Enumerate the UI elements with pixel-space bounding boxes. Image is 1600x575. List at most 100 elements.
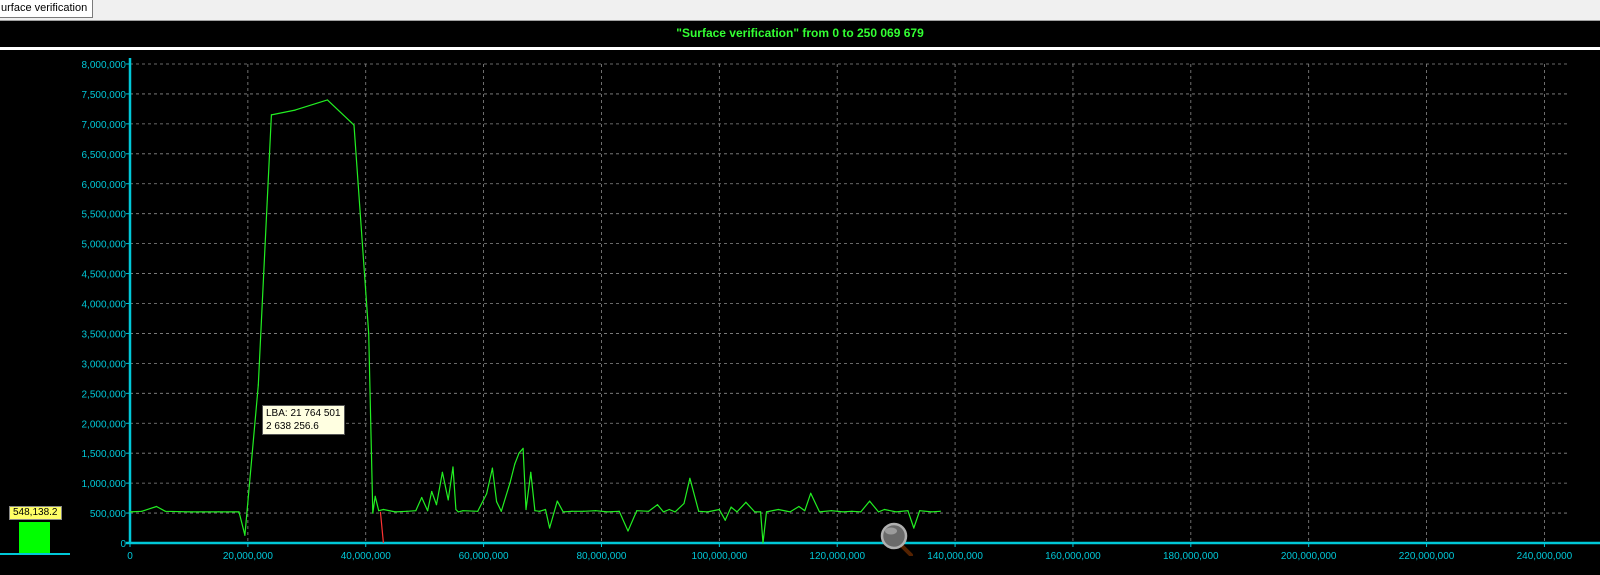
data-point — [415, 510, 417, 512]
tab-bar: urface verification — [0, 0, 1600, 21]
data-point — [372, 512, 374, 514]
data-point — [919, 510, 921, 512]
data-point — [406, 510, 408, 512]
y-tick-label: 4,500,000 — [82, 270, 127, 281]
data-point — [606, 511, 608, 513]
highlight-mark — [379, 511, 385, 544]
series-line — [129, 99, 941, 544]
data-point — [441, 471, 443, 473]
data-point — [431, 490, 433, 493]
data-point — [883, 508, 885, 511]
data-point — [270, 114, 273, 116]
data-point — [294, 109, 296, 111]
data-point — [378, 510, 380, 512]
data-point — [244, 534, 246, 536]
x-tick-label: 20,000,000 — [223, 551, 273, 562]
data-point — [798, 505, 800, 508]
y-tick-label: 8,000,000 — [82, 60, 127, 71]
data-point — [830, 510, 832, 512]
data-point — [648, 510, 650, 512]
data-point — [455, 508, 457, 511]
x-tick-label: 120,000,000 — [809, 551, 865, 562]
data-point — [765, 511, 768, 513]
y-tick-label: 7,500,000 — [82, 90, 127, 101]
y-tick-label: 1,000,000 — [82, 479, 127, 490]
data-point — [447, 499, 449, 501]
chart-title: "Surface verification" from 0 to 250 069… — [676, 26, 924, 40]
y-tick-label: 4,000,000 — [82, 300, 127, 311]
y-tick-label: 1,500,000 — [82, 449, 127, 460]
data-point — [368, 332, 370, 335]
data-point — [804, 510, 806, 512]
data-point — [522, 447, 524, 449]
data-point — [485, 493, 488, 495]
data-point — [549, 527, 551, 529]
y-tick-label: 5,000,000 — [82, 240, 127, 251]
data-point — [509, 481, 511, 484]
data-point — [706, 511, 709, 513]
tooltip-lba: LBA: 21 764 501 — [266, 408, 341, 419]
data-point — [188, 511, 190, 513]
data-point — [217, 511, 220, 513]
data-point — [462, 510, 464, 512]
y-tick-label: 5,500,000 — [82, 210, 127, 221]
y-tick-label: 6,500,000 — [82, 150, 127, 161]
data-point — [374, 495, 376, 497]
surface-chart[interactable]: 0 500,000 1,000,000 1,500,000 2,000,000 2,500… — [0, 50, 1600, 575]
data-point — [435, 504, 438, 506]
data-point — [860, 511, 862, 513]
data-point — [500, 510, 502, 512]
tab-surface-verification[interactable]: urface verification — [0, 0, 94, 18]
data-point — [818, 511, 821, 513]
data-point — [235, 511, 237, 513]
x-tick-label: 140,000,000 — [927, 551, 983, 562]
x-tick-label: 0 — [127, 551, 133, 562]
data-point — [562, 511, 564, 513]
data-point — [525, 508, 527, 511]
x-tick-label: 160,000,000 — [1045, 551, 1101, 562]
data-point — [155, 505, 158, 508]
data-point — [762, 542, 764, 544]
x-tick-label: 80,000,000 — [576, 551, 626, 562]
data-point — [495, 501, 498, 503]
data-point — [656, 504, 659, 506]
data-point — [698, 510, 700, 512]
data-point — [877, 511, 880, 513]
x-tick-label: 240,000,000 — [1517, 551, 1573, 562]
data-point — [636, 510, 638, 512]
data-point — [544, 508, 547, 511]
data-point — [777, 508, 779, 511]
data-point — [141, 510, 143, 512]
data-point — [789, 511, 791, 513]
data-point — [842, 511, 844, 513]
data-point — [718, 508, 720, 511]
data-point — [353, 124, 355, 126]
data-point — [556, 500, 558, 502]
data-point — [662, 511, 664, 513]
data-point — [869, 500, 871, 502]
x-tick-label: 100,000,000 — [692, 551, 748, 562]
data-tooltip: LBA: 21 764 501 2 638 256.6 — [262, 405, 345, 435]
data-point — [518, 452, 520, 454]
x-tick-label: 40,000,000 — [341, 551, 391, 562]
x-tick-label: 180,000,000 — [1163, 551, 1219, 562]
data-point — [129, 511, 131, 513]
y-tick-label: 500,000 — [90, 509, 127, 520]
tooltip-value: 2 638 256.6 — [266, 421, 319, 432]
data-point — [421, 496, 423, 499]
data-point — [810, 492, 812, 494]
data-point — [238, 511, 240, 513]
y-tick-label: 2,500,000 — [82, 389, 127, 400]
y-tick-label: 6,000,000 — [82, 180, 127, 191]
magnifier-icon[interactable] — [880, 522, 914, 556]
data-point — [689, 477, 691, 479]
data-point — [326, 99, 329, 101]
y-tick-label: 3,000,000 — [82, 359, 127, 370]
data-point — [668, 508, 670, 511]
data-point — [594, 510, 597, 512]
x-tick-label: 200,000,000 — [1281, 551, 1337, 562]
data-point — [730, 506, 732, 508]
data-point — [530, 471, 532, 473]
x-tick-label: 60,000,000 — [459, 551, 509, 562]
data-point — [164, 510, 166, 512]
